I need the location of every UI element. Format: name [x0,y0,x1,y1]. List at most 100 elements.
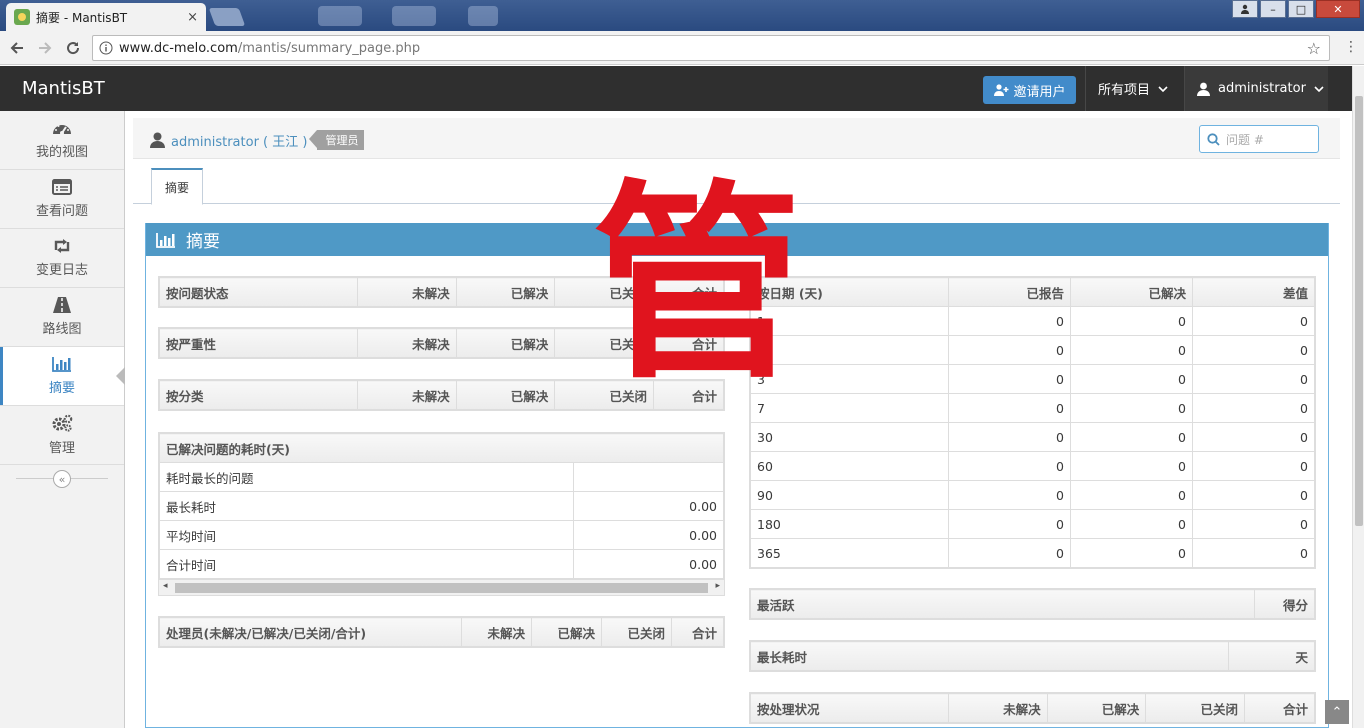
balance-cell: 0 [1192,538,1315,568]
resolved-cell: 0 [1070,538,1193,568]
sidebar-item-changelog[interactable]: 变更日志 [0,229,124,288]
window-controls: – □ ✕ [1232,0,1360,18]
reload-icon[interactable] [62,37,84,59]
browser-tab-strip: 摘要 - MantisBT × – □ ✕ [0,0,1364,31]
column-header: 未解决 [357,380,457,410]
sidebar-item-label: 查看问题 [35,204,88,219]
column-header: 未解决 [357,328,457,358]
browser-tab[interactable]: 摘要 - MantisBT × [6,3,206,31]
breadcrumb-user-link[interactable]: administrator ( 王江 ) [171,131,307,150]
resolved-cell: 0 [1070,422,1193,452]
top-navbar: MantisBT 邀请用户 所有项目 administrator [0,66,1352,111]
balance-cell: 0 [1192,335,1315,365]
tab-close-icon[interactable]: × [187,10,198,25]
retweet-icon [52,238,72,254]
sidebar-item-label: 路线图 [42,322,82,337]
balance-cell: 0 [1192,451,1315,481]
browser-menu-icon[interactable]: ⋮ [1344,39,1358,55]
scrollbar-thumb[interactable] [175,583,708,593]
sidebar-item-summary[interactable]: 摘要 [0,347,125,406]
breadcrumb-user: administrator ( 王江 ) 管理员 [150,130,365,150]
browser-tab-title: 摘要 - MantisBT [36,10,128,25]
table-row: 耗时最长的问题 [159,462,724,492]
row-label: 平均时间 [159,520,574,550]
sidebar-item-roadmap[interactable]: 路线图 [0,288,124,347]
row-value: 0.00 [573,491,724,521]
collapse-sidebar-button[interactable]: « [53,470,71,488]
row-value [573,462,724,492]
url-field[interactable]: www.dc-melo.com /mantis/summary_page.php… [92,35,1330,61]
table-header-row: 按处理状况 未解决 已解决 已关闭 合计 [750,693,1315,723]
table-row: 180 0 0 0 [750,509,1315,539]
by-handler-table: 处理员(未解决/已解决/已关闭/合计) 未解决 已解决 已关闭 合计 [158,616,725,648]
most-active-table: 最活跃 得分 [749,588,1316,620]
bookmark-star-icon[interactable]: ☆ [1307,39,1321,58]
back-arrow-icon[interactable] [6,37,28,59]
sidebar-item-my-view[interactable]: 我的视图 [0,111,124,170]
balance-cell: 0 [1192,393,1315,423]
resolved-cell: 0 [1070,451,1193,481]
column-header: 已解决 [455,277,556,307]
table-row: 2000 [750,335,1315,365]
day-cell[interactable]: 365 [750,538,949,568]
table-row: 30 0 0 0 [750,422,1315,452]
reported-cell: 0 [948,364,1071,394]
day-cell[interactable]: 60 [750,451,949,481]
reported-cell: 0 [948,422,1071,452]
horizontal-scrollbar[interactable]: ◂ ▸ [159,579,724,595]
sidebar-item-label: 变更日志 [35,263,88,278]
window-close-button[interactable]: ✕ [1316,0,1360,18]
row-label: 耗时最长的问题 [159,462,574,492]
balance-cell: 0 [1192,480,1315,510]
chevron-down-icon [1314,85,1324,93]
column-header: 最活跃 [750,589,1255,619]
scroll-left-arrow-icon[interactable]: ◂ [163,581,168,591]
minimize-button[interactable]: – [1260,0,1286,18]
day-cell[interactable]: 180 [750,509,949,539]
brand-logo[interactable]: MantisBT [22,78,105,99]
by-date-table: 按日期 (天) 已报告 已解决 差值 1000 2000 3000 7000 3… [749,276,1316,569]
sidebar-item-manage[interactable]: 管理 [0,406,124,465]
bar-chart-icon [156,232,176,248]
tab-summary[interactable]: 摘要 [151,168,203,205]
new-tab-button[interactable] [208,8,246,26]
url-path: /mantis/summary_page.php [237,40,421,56]
list-icon [52,179,72,195]
reported-cell: 0 [948,509,1071,539]
table-row: 1000 [750,306,1315,336]
table-row: 合计时间 0.00 [159,549,724,579]
column-header: 未解决 [948,693,1048,723]
user-switch-icon[interactable] [1232,0,1258,18]
search-placeholder: 问题 # [1226,132,1264,147]
maximize-button[interactable]: □ [1288,0,1314,18]
info-icon[interactable] [99,41,113,55]
day-cell[interactable]: 30 [750,422,949,452]
scroll-right-arrow-icon[interactable]: ▸ [715,581,720,591]
invite-user-button[interactable]: 邀请用户 [983,76,1076,104]
table-row: 7000 [750,393,1315,423]
user-icon [1197,82,1210,96]
scroll-to-top-button[interactable]: ⌃ [1325,700,1349,724]
user-plus-icon [993,84,1009,96]
taskbar-blur [318,6,362,26]
user-menu[interactable]: administrator [1184,66,1328,111]
forward-arrow-icon[interactable] [34,37,56,59]
resolved-cell: 0 [1070,509,1193,539]
table-row: 365 0 0 0 [750,538,1315,568]
day-cell[interactable]: 90 [750,480,949,510]
balance-cell: 0 [1192,364,1315,394]
reported-cell: 0 [948,306,1071,336]
reported-cell: 0 [948,538,1071,568]
url-host: www.dc-melo.com [119,40,238,56]
balance-cell: 0 [1192,422,1315,452]
mantis-favicon-icon [14,9,30,25]
table-row: 60 0 0 0 [750,451,1315,481]
page-scrollbar[interactable] [1352,66,1364,728]
issue-search-input[interactable]: 问题 # [1199,125,1319,153]
table-header-row: 最长耗时 天 [750,641,1315,671]
resolved-cell: 0 [1070,335,1193,365]
project-selector[interactable]: 所有项目 [1085,66,1180,111]
sidebar-item-view-issues[interactable]: 查看问题 [0,170,124,229]
road-icon [52,297,72,313]
scrollbar-thumb[interactable] [1355,96,1363,526]
